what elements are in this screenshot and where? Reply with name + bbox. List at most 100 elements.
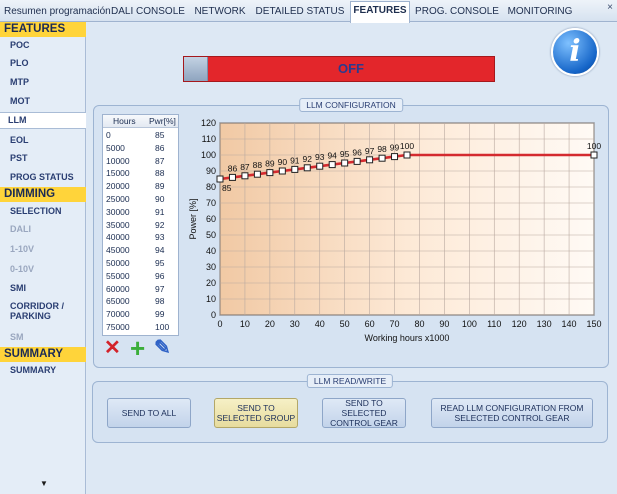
sidebar-item-prog-status[interactable]: PROG STATUS: [0, 172, 86, 182]
table-row[interactable]: 55000 96: [103, 271, 178, 283]
data-label: 88: [253, 160, 263, 170]
table-row[interactable]: 35000 92: [103, 220, 178, 232]
data-label: 93: [315, 152, 325, 162]
table-row[interactable]: 0 85: [103, 130, 178, 142]
x-tick-label: 10: [240, 319, 250, 329]
data-point: [366, 156, 374, 164]
table-row[interactable]: 30000 91: [103, 207, 178, 219]
tab-monitoring[interactable]: MONITORING: [504, 2, 576, 21]
sidebar-item-plo[interactable]: PLO: [0, 58, 86, 68]
toggle-knob[interactable]: [184, 57, 208, 81]
y-tick-label: 100: [201, 150, 216, 160]
sidebar-item-eol[interactable]: EOL: [0, 135, 86, 145]
data-label: 100: [587, 141, 601, 151]
y-axis-label: Power [%]: [188, 198, 198, 239]
y-tick-label: 10: [206, 294, 216, 304]
sidebar: FEATURES POC PLO MTP MOT LLM EOL PST PRO…: [0, 22, 86, 494]
sidebar-item-mot[interactable]: MOT: [0, 96, 86, 106]
sidebar-item-mtp[interactable]: MTP: [0, 77, 86, 87]
y-tick-label: 80: [206, 182, 216, 192]
table-row[interactable]: 60000 97: [103, 284, 178, 296]
tab-bar: Resumen programación DALI CONSOLE NETWOR…: [0, 0, 617, 23]
send-to-selected-control-gear-button[interactable]: SEND TO SELECTED CONTROL GEAR: [322, 398, 406, 428]
power-cell: 92: [155, 219, 165, 230]
data-point: [278, 167, 286, 175]
data-label: 87: [240, 162, 250, 172]
data-label: 99: [390, 143, 400, 153]
hours-cell: 50000: [106, 258, 130, 268]
tab-resumen-programacion[interactable]: Resumen programación: [3, 2, 111, 21]
read-llm-configuration-button[interactable]: READ LLM CONFIGURATION FROM SELECTED CONT…: [431, 398, 593, 428]
table-row[interactable]: 75000 100: [103, 322, 178, 334]
tab-detailed-status[interactable]: DETAILED STATUS: [254, 2, 346, 21]
table-row[interactable]: 5000 86: [103, 143, 178, 155]
x-tick-label: 140: [562, 319, 577, 329]
power-cell: 95: [155, 258, 165, 268]
table-row[interactable]: 20000 89: [103, 181, 178, 193]
table-row[interactable]: 10000 87: [103, 156, 178, 168]
hours-cell: 75000: [106, 322, 130, 332]
table-row[interactable]: 25000 90: [103, 194, 178, 206]
hours-cell: 70000: [106, 309, 130, 320]
sidebar-item-selection[interactable]: SELECTION: [0, 206, 86, 216]
y-tick-label: 120: [201, 118, 216, 128]
y-tick-label: 60: [206, 214, 216, 224]
send-to-selected-group-button[interactable]: SEND TO SELECTED GROUP: [214, 398, 298, 428]
hours-cell: 25000: [106, 194, 130, 204]
llm-table: Hours Pwr[%] 0 85 5000 86 10000 87 15000 88 2000…: [102, 114, 179, 336]
data-point: [353, 157, 361, 165]
x-tick-label: 80: [414, 319, 424, 329]
data-point: [216, 175, 224, 183]
sidebar-item-poc[interactable]: POC: [0, 40, 86, 50]
tab-features[interactable]: FEATURES: [350, 1, 410, 23]
table-row[interactable]: 50000 95: [103, 258, 178, 270]
data-label: 100: [400, 141, 414, 151]
send-to-all-button[interactable]: SEND TO ALL: [107, 398, 191, 428]
sidebar-item-smi[interactable]: SMI: [0, 283, 86, 293]
y-tick-label: 30: [206, 262, 216, 272]
y-tick-label: 110: [202, 134, 216, 144]
data-label: 98: [377, 144, 387, 154]
tab-prog-console[interactable]: PROG. CONSOLE: [414, 2, 500, 21]
sidebar-item-sm: SM: [10, 332, 24, 342]
table-row[interactable]: 45000 94: [103, 245, 178, 257]
close-icon[interactable]: ×: [607, 2, 613, 13]
hours-cell: 45000: [106, 245, 130, 256]
data-label: 91: [290, 155, 300, 165]
llm-chart: 0 10 20 30 40 50 60 70 80 90 100 110 120 130 140 150 0 10…: [182, 111, 612, 361]
hours-cell: 0: [106, 130, 111, 140]
data-point: [328, 161, 336, 169]
hours-cell: 10000: [106, 155, 130, 166]
power-cell: 98: [155, 296, 165, 307]
status-toggle[interactable]: OFF: [183, 56, 495, 82]
sidebar-item-corridor-parking[interactable]: CORRIDOR / PARKING: [0, 301, 80, 321]
sidebar-item-pst[interactable]: PST: [0, 153, 86, 163]
hours-cell: 55000: [106, 270, 130, 281]
scroll-down-icon[interactable]: ▼: [40, 479, 48, 488]
edit-icon[interactable]: ✎: [154, 338, 171, 358]
table-row[interactable]: 70000 99: [103, 309, 178, 321]
tab-dali-console[interactable]: DALI CONSOLE: [110, 2, 186, 21]
table-row[interactable]: 15000 88: [103, 168, 178, 180]
sidebar-item-summary[interactable]: SUMMARY: [0, 365, 86, 375]
table-row[interactable]: 40000 93: [103, 232, 178, 244]
x-tick-label: 120: [512, 319, 527, 329]
data-point: [253, 170, 261, 178]
data-label: 89: [265, 159, 275, 169]
x-axis-label: Working hours x1000: [365, 333, 450, 343]
power-cell: 91: [155, 206, 165, 217]
x-tick-label: 90: [439, 319, 449, 329]
data-point: [228, 173, 236, 181]
sidebar-item-dali: DALI: [10, 224, 31, 234]
tab-network[interactable]: NETWORK: [190, 2, 250, 21]
llm-read-write-title: LLM READ/WRITE: [306, 374, 394, 388]
data-point: [241, 172, 249, 180]
info-icon[interactable]: i: [551, 28, 599, 76]
delete-icon[interactable]: ✕: [104, 338, 121, 358]
add-icon[interactable]: +: [130, 335, 145, 361]
sidebar-item-llm[interactable]: LLM: [0, 112, 86, 129]
data-point: [291, 165, 299, 173]
table-row[interactable]: 65000 98: [103, 296, 178, 308]
data-label: 97: [365, 146, 375, 156]
data-label: 92: [303, 154, 313, 164]
